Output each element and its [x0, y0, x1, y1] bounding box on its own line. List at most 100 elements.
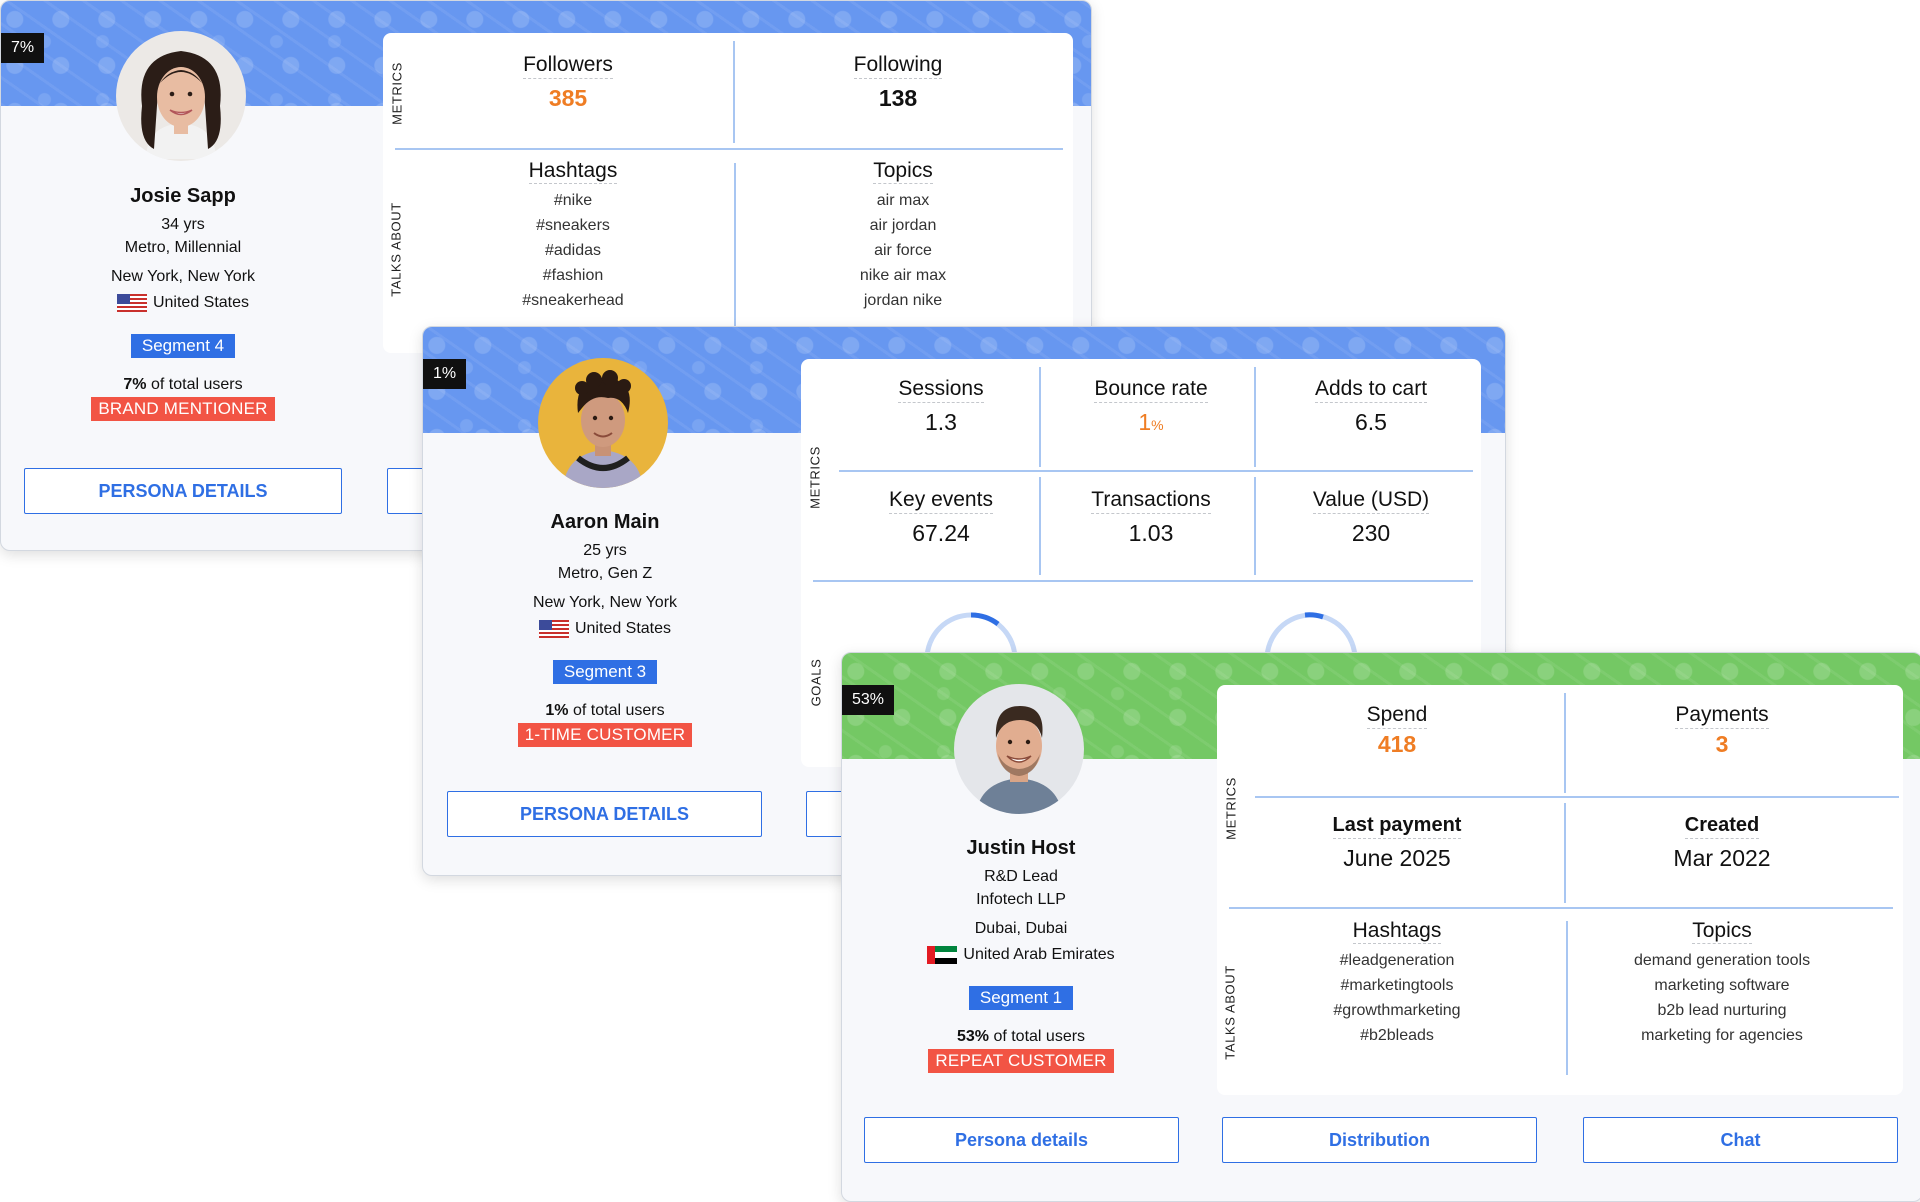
share-value: 53% [956, 1028, 989, 1045]
metrics-label: METRICS [1223, 777, 1239, 840]
metric-value: 6.5 [1355, 409, 1387, 435]
user-share: 7% of total users [23, 376, 343, 394]
segment-badge: Segment 3 [552, 660, 658, 684]
user-share: 53% of total users [858, 1028, 1184, 1046]
metric-label: Followers [523, 53, 613, 79]
share-suffix: of total users [572, 702, 665, 719]
avatar [116, 31, 246, 161]
metric-value: 67.24 [912, 520, 970, 546]
hashtags-title: Hashtags [1352, 919, 1442, 944]
talks-about-label: TALKS ABOUT [388, 202, 404, 297]
metric-label: Adds to cart [1314, 377, 1428, 403]
us-flag-icon [538, 620, 569, 638]
metric-label: Transactions [1091, 488, 1211, 514]
topic-item: air jordan [869, 217, 937, 234]
metric-value: 138 [878, 85, 918, 111]
persona-tag: BRAND MENTIONER [91, 397, 275, 421]
bounce-value: 1 [1138, 409, 1152, 435]
profile-info: Justin Host R&D Lead Infotech LLP Dubai,… [858, 837, 1184, 1073]
hashtag-item: #b2bleads [1360, 1027, 1434, 1044]
metric-label: Value (USD) [1312, 488, 1430, 514]
persona-age: 25 yrs [583, 542, 627, 559]
segment-badge: Segment 4 [130, 334, 236, 358]
metric-followers: Followers 385 [413, 53, 723, 112]
topics-column: Topics air max air jordan air force nike… [753, 159, 1053, 313]
metric-sessions: Sessions 1.3 [841, 377, 1041, 436]
persona-details-button[interactable]: PERSONA DETAILS [24, 468, 342, 514]
persona-location: New York, New York [532, 594, 678, 611]
divider [1566, 921, 1568, 1075]
metric-payments: Payments 3 [1572, 703, 1872, 758]
persona-country: United States [445, 620, 765, 638]
talks-about-label: TALKS ABOUT [1222, 965, 1238, 1060]
hashtags-column: Hashtags #nike #sneakers #adidas #fashio… [423, 159, 723, 313]
metric-value: 1.3 [925, 409, 957, 435]
topics-title: Topics [873, 159, 933, 184]
metric-value: 418 [1377, 731, 1417, 757]
divider [733, 41, 735, 143]
metric-transactions: Transactions 1.03 [1051, 488, 1251, 547]
segment-badge: Segment 1 [968, 986, 1074, 1010]
hashtag-item: #sneakers [536, 217, 610, 234]
topic-item: air force [874, 242, 932, 259]
metric-value: 230 [1351, 520, 1391, 546]
divider [734, 163, 736, 353]
metric-value: 1.03 [1128, 520, 1174, 546]
metric-label: Following [853, 53, 943, 79]
percent-badge: 53% [842, 685, 895, 715]
divider [813, 580, 1473, 582]
divider [1564, 693, 1566, 793]
hashtag-item: #fashion [542, 267, 604, 284]
persona-location: Dubai, Dubai [974, 920, 1068, 937]
persona-role: R&D Lead [984, 868, 1058, 885]
divider [395, 148, 1063, 150]
hashtag-item: #growthmarketing [1333, 1002, 1461, 1019]
topics-column: Topics demand generation tools marketing… [1572, 919, 1872, 1048]
hashtag-item: #sneakerhead [522, 292, 624, 309]
percent-badge: 1% [423, 359, 467, 389]
country-name: United States [574, 620, 672, 637]
metric-created: Created Mar 2022 [1572, 813, 1872, 872]
divider [1229, 907, 1893, 909]
topic-item: air max [876, 192, 930, 209]
topic-item: marketing software [1654, 977, 1790, 994]
country-name: United States [152, 294, 250, 311]
topic-item: b2b lead nurturing [1657, 1002, 1787, 1019]
metric-value: 3 [1715, 731, 1729, 757]
persona-age: 34 yrs [161, 216, 205, 233]
persona-country: United Arab Emirates [858, 946, 1184, 964]
divider [839, 470, 1473, 472]
profile-info: Josie Sapp 34 yrs Metro, Millennial New … [23, 185, 343, 421]
metrics-panel: METRICS TALKS ABOUT Followers 385 Follow… [383, 33, 1073, 353]
chat-button[interactable]: Chat [1583, 1117, 1898, 1163]
bounce-unit: % [1151, 417, 1164, 433]
distribution-button[interactable]: Distribution [1222, 1117, 1537, 1163]
topic-item: demand generation tools [1633, 952, 1811, 969]
uae-flag-icon [927, 946, 958, 964]
persona-tag: REPEAT CUSTOMER [928, 1049, 1114, 1073]
topic-item: marketing for agencies [1641, 1027, 1803, 1044]
topic-item: jordan nike [863, 292, 943, 309]
metric-value: 1% [1051, 409, 1251, 436]
persona-name: Aaron Main [550, 511, 660, 533]
divider [1564, 803, 1566, 903]
metric-label: Payments [1675, 703, 1769, 729]
metric-label: Sessions [898, 377, 984, 403]
persona-details-button[interactable]: PERSONA DETAILS [447, 791, 762, 837]
hashtags-column: Hashtags #leadgeneration #marketingtools… [1247, 919, 1547, 1048]
avatar [954, 684, 1084, 814]
persona-tag: 1-TIME CUSTOMER [517, 723, 693, 747]
metric-value-usd: Value (USD) 230 [1271, 488, 1471, 547]
hashtags-title: Hashtags [528, 159, 618, 184]
avatar [538, 358, 668, 488]
metric-key-events: Key events 67.24 [841, 488, 1041, 547]
persona-details-button[interactable]: Persona details [864, 1117, 1179, 1163]
metric-value: 385 [548, 85, 588, 111]
persona-name: Josie Sapp [130, 185, 236, 207]
metric-spend: Spend 418 [1247, 703, 1547, 758]
metrics-label: METRICS [389, 62, 405, 125]
share-value: 1% [545, 702, 569, 719]
divider [1039, 477, 1041, 575]
divider [1254, 367, 1256, 467]
hashtag-item: #leadgeneration [1339, 952, 1455, 969]
